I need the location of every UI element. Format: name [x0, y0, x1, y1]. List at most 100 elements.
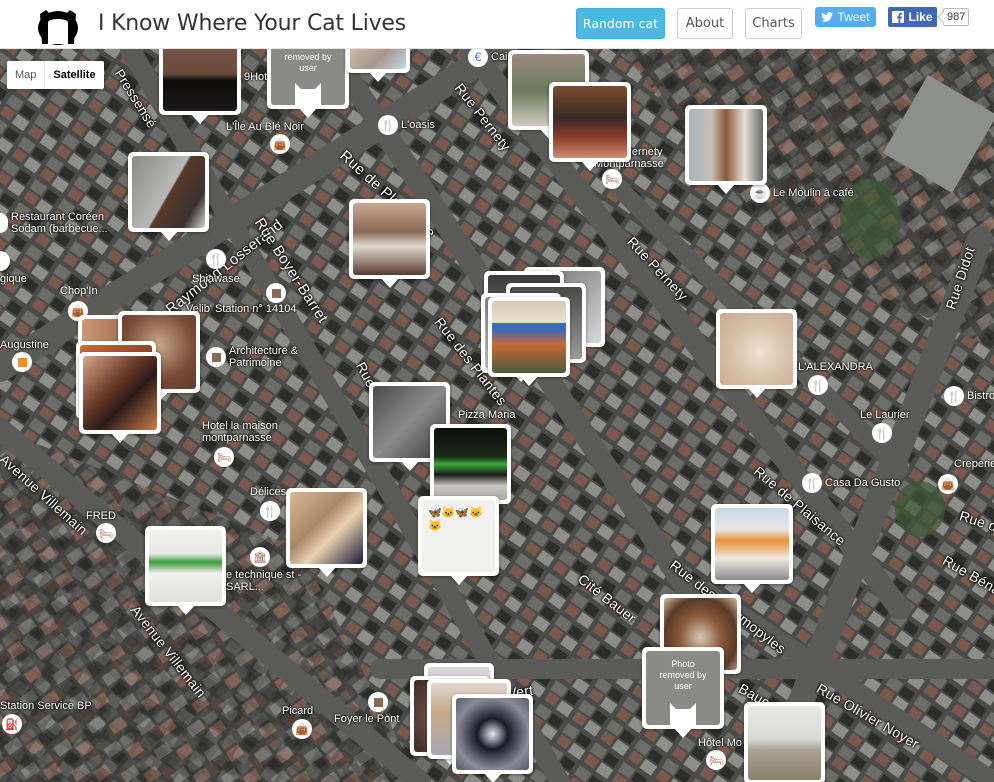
poi-casa-da-gusto[interactable]: 🍴 Casa Da Gusto — [802, 473, 900, 493]
cat-pin-removed[interactable]: Photo removed by user — [267, 49, 349, 118]
poi-fred-icon[interactable]: 🛏 — [96, 523, 116, 543]
square-poi-icon — [206, 347, 226, 367]
facebook-like-button[interactable]: Like — [888, 7, 937, 27]
cat-photo — [353, 203, 426, 275]
poi-hotel-mo-icon[interactable]: 🛏 — [706, 750, 726, 770]
restaurant-icon: 🍴 — [802, 473, 822, 493]
cat-logo-icon[interactable] — [36, 6, 80, 46]
square-poi-icon — [368, 692, 388, 712]
restaurant-icon: 🍴 — [808, 375, 828, 395]
cat-photo — [456, 698, 529, 770]
cat-photo — [163, 49, 237, 111]
poi-shiawase[interactable]: 🍴 Shiawase — [192, 249, 240, 285]
shopping-bag-icon: 👜 — [292, 719, 312, 739]
poi-picard[interactable]: Picard — [282, 705, 313, 717]
cat-photo — [720, 313, 793, 385]
poi-station-bp[interactable]: Station Service BP — [0, 700, 92, 712]
poi-museum[interactable]: 🏛 — [250, 547, 270, 567]
poi-hotel-maison[interactable]: Hotel la maison montparnasse — [202, 420, 286, 444]
tweet-label: Tweet — [837, 10, 870, 24]
poi-shop[interactable]: 👜 — [270, 134, 290, 154]
cat-pin[interactable] — [159, 49, 241, 124]
poi-restaurant-coreen[interactable]: Restaurant Coréen Sodam (barbecue... — [0, 211, 111, 235]
site-title[interactable]: I Know Where Your Cat Lives — [98, 11, 406, 36]
poi-augustine[interactable]: Augustine — [0, 339, 49, 351]
map-type-satellite-button[interactable]: Satellite — [45, 61, 103, 89]
cat-pin[interactable] — [549, 82, 631, 171]
poi-creperie[interactable]: Creperie la Sa — [954, 458, 994, 470]
cat-pin[interactable] — [79, 352, 161, 443]
hotel-icon: 🛏 — [214, 447, 234, 467]
hotel-icon: 🛏 — [96, 523, 116, 543]
poi-pizza-maria[interactable]: Pizza Maria — [458, 409, 515, 421]
random-cat-button[interactable]: Random cat — [576, 8, 665, 39]
photo-removed-placeholder: Photo removed by user — [646, 651, 720, 725]
cat-pin[interactable] — [128, 152, 209, 241]
poi-moulin-cafe[interactable]: ☕ Le Moulin à café — [750, 183, 854, 203]
cat-photo — [149, 530, 222, 602]
euro-bank-icon: € — [468, 49, 488, 67]
restaurant-icon: 🍴 — [872, 423, 892, 443]
cat-photo — [132, 156, 205, 228]
restaurant-icon — [0, 213, 8, 233]
poi-delices-icon[interactable]: 🍴 — [260, 501, 280, 521]
cat-pin[interactable] — [145, 526, 226, 615]
photo-removed-text: Photo removed by user — [659, 659, 707, 691]
charts-button[interactable]: Charts — [745, 8, 802, 39]
poi-picard-icon[interactable]: 👜 — [292, 719, 312, 739]
cat-pin[interactable] — [349, 199, 430, 288]
cat-photo — [492, 301, 566, 373]
photo-removed-placeholder: Photo removed by user — [271, 49, 345, 105]
poi-velib[interactable] — [266, 283, 286, 303]
satellite-map[interactable]: Map Satellite Pressensé Rue Raymond Loss… — [0, 49, 994, 782]
poi-hotel-maison-icon[interactable]: 🛏 — [214, 447, 234, 467]
cat-pin[interactable] — [346, 49, 410, 82]
tweet-button[interactable]: Tweet — [815, 7, 876, 27]
poi-gique[interactable]: gique — [0, 273, 27, 285]
cat-pin-removed[interactable]: Photo removed by user — [642, 647, 724, 738]
poi-gas-icon[interactable]: ⛽ — [2, 714, 22, 734]
cat-pin[interactable] — [452, 694, 533, 782]
poi-le-laurier[interactable]: Le Laurier — [860, 409, 910, 421]
poi-foyer-le-pont[interactable]: Foyer le Pont — [334, 713, 399, 725]
poi-foyer-icon[interactable] — [368, 692, 388, 712]
poi-ile-au-ble-noir[interactable]: L'Île Au Blé Noir — [226, 121, 304, 133]
poi-bistro[interactable]: 🍴 Bistro — [944, 386, 994, 406]
cat-silhouette-icon — [670, 703, 696, 725]
cat-photo — [689, 109, 763, 181]
cat-pin[interactable] — [716, 309, 797, 398]
hotel-icon: 🛏 — [602, 169, 622, 189]
cat-photo — [748, 706, 821, 780]
cat-pin[interactable] — [286, 488, 367, 577]
poi-technique[interactable]: e technique st - SARL... — [226, 569, 302, 593]
shopping-bag-icon: 👜 — [938, 474, 958, 494]
cat-pin[interactable] — [744, 702, 825, 782]
poi-architecture[interactable]: Architecture & Patrimoine — [206, 345, 299, 369]
map-type-map-button[interactable]: Map — [7, 61, 46, 89]
poi-augustine-icon[interactable] — [12, 352, 32, 372]
poi-alexandra[interactable]: L'ALEXANDRA — [798, 361, 873, 373]
poi-hotel-mo[interactable]: Hôtel Mo — [698, 737, 742, 749]
map-type-control: Map Satellite — [7, 61, 104, 89]
site-header: I Know Where Your Cat Lives Random cat A… — [0, 0, 994, 49]
photo-removed-text: Photo removed by user — [284, 49, 332, 73]
poi-delices[interactable]: Délices — [250, 486, 286, 498]
cat-pin[interactable] — [685, 105, 767, 194]
poi-chopin[interactable]: Chop'In — [60, 285, 98, 297]
poi-alexandra-icon[interactable]: 🍴 — [808, 375, 828, 395]
square-poi-icon — [12, 352, 32, 372]
shopping-bag-icon: 👜 — [270, 134, 290, 154]
cat-pin[interactable] — [711, 504, 793, 593]
poi-le-laurier-icon[interactable]: 🍴 — [872, 423, 892, 443]
poi-loasis[interactable]: 🍴 L'oasis — [378, 115, 435, 135]
cat-pin[interactable] — [430, 424, 511, 513]
cat-pin[interactable]: 🦋🐱🦋🐱🐱 — [418, 496, 499, 585]
poi-fred[interactable]: FRED — [86, 510, 116, 522]
cat-photo — [290, 492, 363, 564]
about-button[interactable]: About — [677, 8, 733, 39]
cat-pin[interactable] — [488, 297, 570, 386]
like-label: Like — [908, 10, 933, 24]
poi-velib-label[interactable]: Velib' Station n° 14104 — [186, 303, 296, 315]
poi-pernety-hotel-icon[interactable]: 🛏 — [602, 169, 622, 189]
poi-creperie-icon[interactable]: 👜 — [938, 474, 958, 494]
